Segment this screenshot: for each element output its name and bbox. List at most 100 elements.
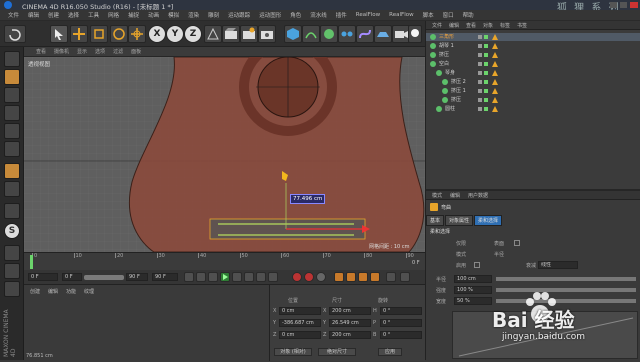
attr-row-value[interactable]: 100 % — [454, 286, 492, 294]
make-editable-icon[interactable] — [4, 51, 20, 67]
points-mode-icon[interactable] — [4, 105, 20, 121]
menu-item[interactable]: 帮助 — [463, 11, 474, 19]
tag-icon[interactable] — [492, 88, 498, 94]
current-frame-field[interactable]: 0 F — [62, 273, 82, 281]
key-position-icon[interactable] — [334, 272, 344, 282]
rotation-field[interactable]: 0 ° — [380, 319, 422, 327]
transform-tool-icon[interactable] — [128, 25, 146, 43]
scale-tool-icon[interactable] — [90, 25, 108, 43]
y-axis-button[interactable]: Y — [166, 25, 184, 43]
visibility-dots-icon[interactable] — [478, 107, 482, 111]
object-row[interactable]: 挤压 — [426, 51, 640, 59]
visibility-dots-icon[interactable] — [478, 71, 482, 75]
object-menu-item[interactable]: 书签 — [517, 22, 527, 29]
enabled-check-icon[interactable] — [484, 71, 488, 75]
attr-subtab[interactable]: 柔和选择 — [474, 215, 503, 226]
floor-icon[interactable] — [374, 25, 392, 43]
maximize-icon[interactable] — [620, 2, 627, 8]
viewport-menu-item[interactable]: 摄像机 — [54, 48, 69, 55]
prev-key-icon[interactable] — [196, 272, 206, 282]
axis-mode-icon[interactable] — [4, 163, 20, 179]
rotation-field[interactable]: 0 ° — [380, 331, 422, 339]
window-controls[interactable] — [610, 2, 638, 8]
attr-subtab[interactable]: 对象属性 — [445, 215, 474, 226]
symmetry-icon[interactable]: S — [4, 223, 20, 239]
menu-item[interactable]: 流水线 — [310, 11, 327, 19]
menu-item[interactable]: 插件 — [336, 11, 347, 19]
timeline-menu-icon[interactable] — [400, 272, 410, 282]
tag-icon[interactable] — [492, 34, 498, 40]
workplane-icon[interactable] — [4, 245, 20, 261]
array-icon[interactable] — [338, 25, 356, 43]
z-axis-button[interactable]: Z — [184, 25, 202, 43]
keyframe-selection-icon[interactable] — [316, 272, 326, 282]
tag-icon[interactable] — [492, 43, 498, 49]
close-icon[interactable] — [630, 2, 638, 8]
menu-item[interactable]: 模拟 — [168, 11, 179, 19]
size-field[interactable]: 200 cm — [329, 307, 371, 315]
tag-icon[interactable] — [492, 97, 498, 103]
size-mode-select[interactable]: 绝对尺寸 — [318, 348, 356, 356]
attr-menu-item[interactable]: 模式 — [432, 192, 442, 199]
enabled-check-icon[interactable] — [484, 53, 488, 57]
coord-mode-select[interactable]: 对象 (相对) — [274, 348, 312, 356]
viewport-menu-item[interactable]: 查看 — [36, 48, 46, 55]
menu-item[interactable]: 运动图形 — [259, 11, 281, 19]
position-field[interactable]: -386.687 cm — [279, 319, 321, 327]
next-frame-icon[interactable] — [232, 272, 242, 282]
x-axis-button[interactable]: X — [148, 25, 166, 43]
attr-menu-item[interactable]: 编辑 — [450, 192, 460, 199]
object-row[interactable]: 挤压 2 — [426, 78, 640, 86]
enable-checkbox[interactable] — [474, 262, 480, 268]
tag-icon[interactable] — [492, 61, 498, 67]
object-menu-item[interactable]: 标签 — [500, 22, 510, 29]
tag-icon[interactable] — [492, 70, 498, 76]
materials-menu-item[interactable]: 编辑 — [48, 288, 58, 295]
locked-workplane-icon[interactable] — [4, 263, 20, 279]
go-to-end-icon[interactable] — [256, 272, 266, 282]
key-pla-icon[interactable] — [386, 272, 396, 282]
apply-button[interactable]: 应用 — [378, 348, 402, 356]
edges-mode-icon[interactable] — [4, 123, 20, 139]
visibility-dots-icon[interactable] — [478, 98, 482, 102]
attr-row-slider[interactable] — [496, 277, 636, 281]
enabled-check-icon[interactable] — [484, 98, 488, 102]
menu-item[interactable]: 网格 — [108, 11, 119, 19]
menu-item[interactable]: 编辑 — [28, 11, 39, 19]
object-row[interactable]: 圆柱 — [426, 105, 640, 113]
object-row[interactable]: 挤压 — [426, 96, 640, 104]
visibility-dots-icon[interactable] — [478, 62, 482, 66]
menu-item[interactable]: 角色 — [290, 11, 301, 19]
select-tool-icon[interactable] — [50, 25, 68, 43]
menu-item[interactable]: 雕刻 — [208, 11, 219, 19]
surface-checkbox[interactable] — [514, 240, 520, 246]
go-to-start-icon[interactable] — [184, 272, 194, 282]
minimize-icon[interactable] — [610, 2, 617, 8]
rotation-field[interactable]: 0 ° — [380, 307, 422, 315]
tweak-mode-icon[interactable] — [4, 181, 20, 197]
enabled-check-icon[interactable] — [484, 89, 488, 93]
loop-icon[interactable] — [268, 272, 278, 282]
tag-icon[interactable] — [492, 106, 498, 112]
visibility-dots-icon[interactable] — [478, 44, 482, 48]
menu-item[interactable]: 文件 — [8, 11, 19, 19]
enabled-check-icon[interactable] — [484, 80, 488, 84]
object-menu-item[interactable]: 查看 — [466, 22, 476, 29]
key-scale-icon[interactable] — [346, 272, 356, 282]
viewport-menu-item[interactable]: 显示 — [77, 48, 87, 55]
object-row[interactable]: 三角形 — [426, 33, 640, 41]
viewport[interactable]: 透视视图 77.496 cm 网格间距 : 10 cm — [24, 57, 425, 252]
menu-item[interactable]: 脚本 — [423, 11, 434, 19]
rotate-tool-icon[interactable] — [110, 25, 128, 43]
coordinate-system-icon[interactable] — [204, 25, 222, 43]
size-field[interactable]: 26.549 cm — [329, 319, 371, 327]
menu-item[interactable]: 创建 — [48, 11, 59, 19]
menu-item[interactable]: RealFlow — [389, 12, 413, 18]
snap-icon[interactable] — [4, 203, 20, 219]
menu-item[interactable]: 工具 — [88, 11, 99, 19]
spline-pen-icon[interactable] — [302, 25, 320, 43]
render-settings-icon[interactable] — [258, 25, 276, 43]
menu-item[interactable]: 选择 — [68, 11, 79, 19]
render-view-icon[interactable] — [222, 25, 240, 43]
attr-row-value[interactable]: 50 % — [454, 297, 492, 305]
